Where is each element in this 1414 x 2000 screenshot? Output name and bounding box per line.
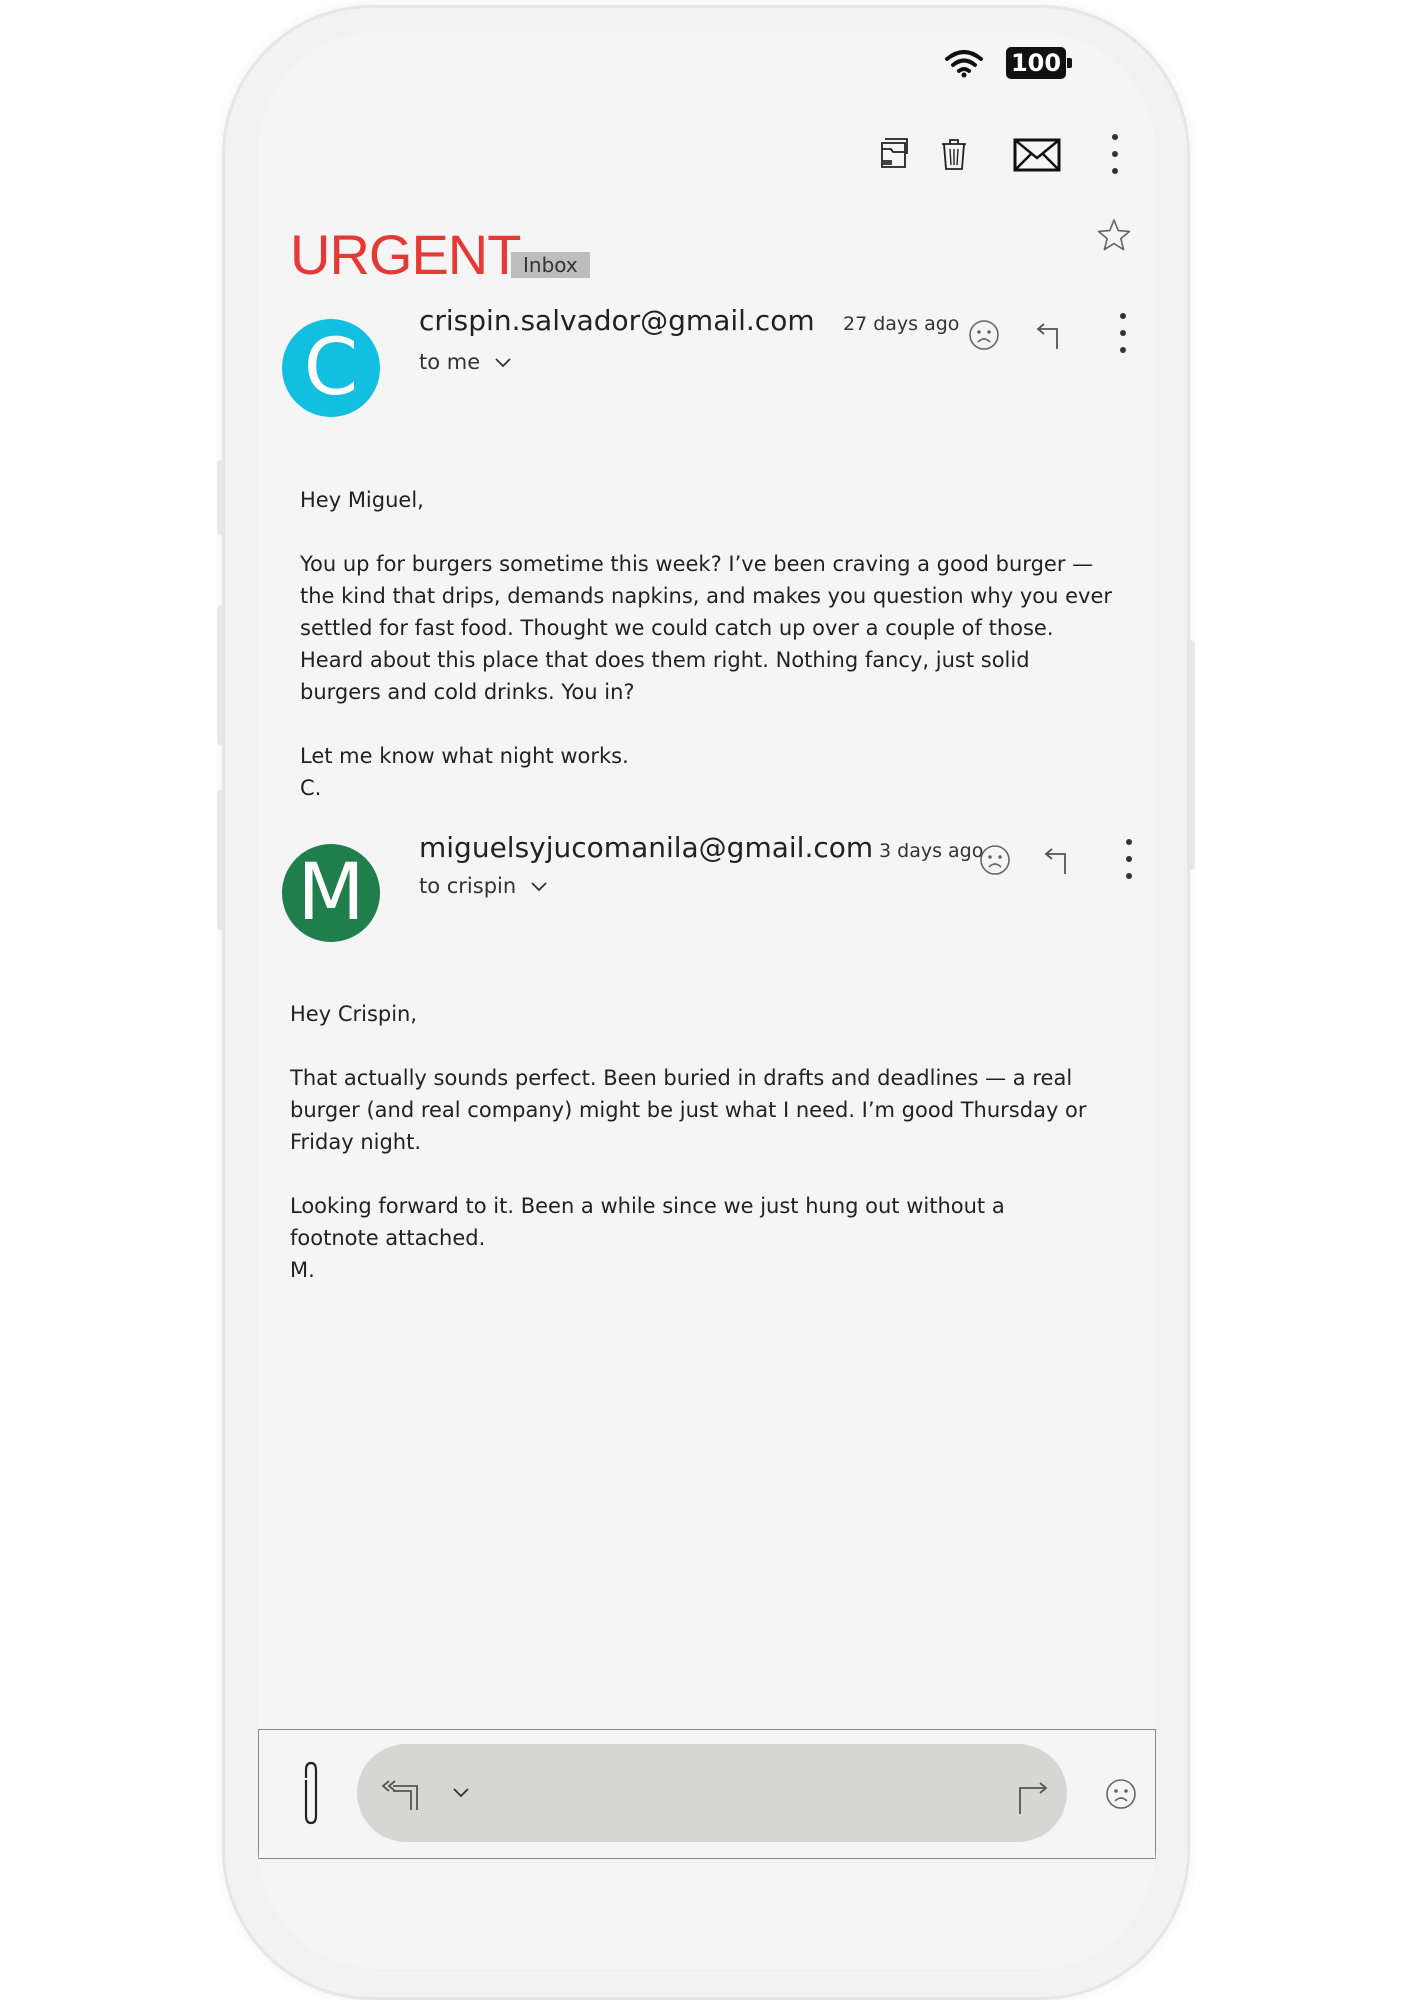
- status-bar: 100: [944, 47, 1072, 79]
- message-time: 3 days ago: [879, 840, 984, 862]
- chevron-down-icon[interactable]: [452, 1786, 470, 1798]
- label-chip-inbox[interactable]: Inbox: [511, 252, 590, 278]
- email-subject: URGENT: [290, 223, 521, 286]
- paperclip-icon[interactable]: [301, 1760, 321, 1826]
- recipient-toggle[interactable]: to crispin: [419, 874, 548, 898]
- recipient-toggle[interactable]: to me: [419, 350, 512, 374]
- recipient-label: to crispin: [419, 874, 517, 898]
- sad-face-icon[interactable]: [979, 844, 1011, 876]
- sender-email: crispin.salvador@gmail.com: [419, 304, 815, 337]
- reply-options-bar[interactable]: [357, 1744, 1067, 1842]
- sad-face-icon[interactable]: [1105, 1778, 1137, 1810]
- star-icon[interactable]: [1096, 217, 1132, 253]
- wifi-icon: [944, 48, 984, 78]
- battery-indicator: 100: [1006, 47, 1072, 79]
- message-body: Hey Crispin, That actually sounds perfec…: [290, 1002, 1087, 1282]
- message-body: Hey Miguel, You up for burgers sometime …: [300, 488, 1112, 800]
- reply-bar: [258, 1729, 1156, 1859]
- trash-icon[interactable]: [939, 136, 969, 172]
- more-vert-icon[interactable]: [1109, 132, 1121, 176]
- message-time: 27 days ago: [843, 313, 960, 335]
- phone-screen: 100 URGENT Inbox C crispin.salvador@gmai…: [258, 32, 1156, 1969]
- mail-icon[interactable]: [1013, 138, 1061, 172]
- sender-email: miguelsyjucomanila@gmail.com: [419, 831, 874, 864]
- sad-face-icon[interactable]: [968, 319, 1000, 351]
- avatar: M: [282, 844, 380, 942]
- reply-all-icon[interactable]: [379, 1774, 423, 1814]
- reply-icon[interactable]: [1034, 319, 1062, 351]
- archive-icon[interactable]: [878, 136, 912, 170]
- reply-icon[interactable]: [1042, 844, 1070, 876]
- forward-icon[interactable]: [1015, 1776, 1051, 1816]
- chevron-down-icon: [530, 880, 548, 892]
- chevron-down-icon: [494, 356, 512, 368]
- recipient-label: to me: [419, 350, 481, 374]
- more-vert-icon[interactable]: [1123, 837, 1135, 881]
- more-vert-icon[interactable]: [1117, 311, 1129, 355]
- avatar: C: [282, 319, 380, 417]
